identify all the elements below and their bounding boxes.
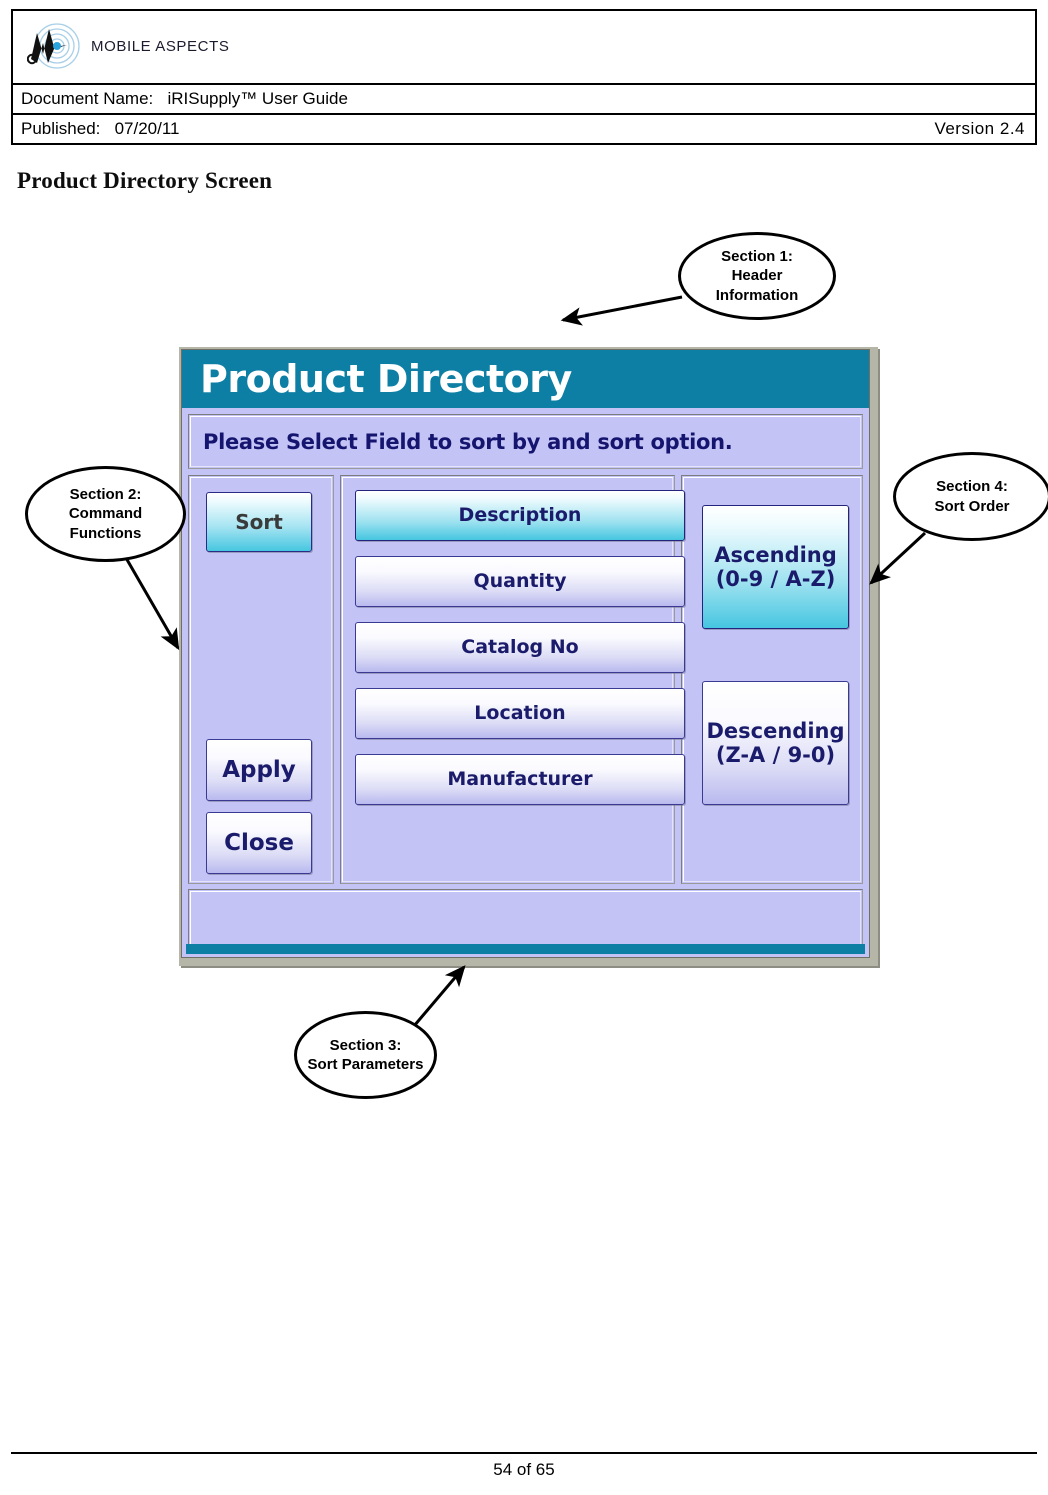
callout-3-line-2: Sort Parameters [307,1056,424,1073]
callout-4-line-1: Section 4: [936,478,1008,496]
ascending-line-2: (0-9 / A-Z) [715,567,836,591]
logo-wordmark: MOBILE ASPECTS [91,37,230,55]
published-value: 07/20/11 [114,119,180,138]
header-information-panel: Please Select Field to sort by and sort … [188,414,863,469]
mobile-aspects-logo-icon [26,23,85,69]
document-name-cell: Document Name: iRISupply™ User Guide [21,89,348,109]
sort-field-manufacturer[interactable]: Manufacturer [355,754,685,805]
published-label: Published: [21,119,101,138]
ascending-line-1: Ascending [714,542,837,567]
dialog-title: Product Directory [200,357,572,401]
sort-order-ascending-button[interactable]: Ascending (0-9 / A-Z) [702,505,849,629]
callout-1-line-2: Header [731,267,783,285]
logo-row: MOBILE ASPECTS [13,11,1035,85]
page-number: 54 of 65 [493,1460,555,1479]
document-name-label: Document Name: [21,89,154,108]
document-name-value: iRISupply™ User Guide [167,89,348,108]
dialog-inner-frame: Product Directory Please Select Field to… [181,349,870,958]
sort-order-panel: Ascending (0-9 / A-Z) Descending (Z-A / … [681,475,863,884]
document-name-row: Document Name: iRISupply™ User Guide [13,85,1035,115]
callout-section-3: Section 3: Sort Parameters [294,1011,437,1099]
sort-field-location[interactable]: Location [355,688,685,739]
published-row: Published: 07/20/11 Version 2.4 [13,115,1035,143]
callout-section-4: Section 4: Sort Order [893,452,1048,541]
callout-4-line-2: Sort Order [934,497,1010,515]
dialog-titlebar: Product Directory [182,350,869,408]
callout-section-1: Section 1: Header Information [678,232,836,320]
callout-3-line-1: Section 3: [329,1036,402,1054]
prompt-text: Please Select Field to sort by and sort … [203,429,733,454]
dialog-columns: Sort Apply Close Description Quantity Ca… [188,475,863,884]
callout-2-line-3: Functions [69,524,142,542]
sort-parameters-panel: Description Quantity Catalog No Location… [340,475,685,884]
sort-field-catalog-no[interactable]: Catalog No [355,622,685,673]
apply-button[interactable]: Apply [206,739,312,801]
sort-order-descending-button[interactable]: Descending (Z-A / 9-0) [702,681,849,805]
close-button[interactable]: Close [206,812,312,874]
dialog-status-bar [186,944,865,954]
sort-field-description[interactable]: Description [355,490,685,541]
callout-2-line-1: Section 2: [69,486,142,504]
callout-1-line-3: Information [715,286,799,304]
company-logo: MOBILE ASPECTS [26,23,230,69]
descending-line-2: (Z-A / 9-0) [715,743,836,767]
arrow-section-2 [120,550,180,651]
arrow-section-4 [869,531,927,585]
document-header-table: MOBILE ASPECTS Document Name: iRISupply™… [11,9,1037,145]
version-label: Version 2.4 [934,119,1025,138]
sort-button[interactable]: Sort [206,492,312,552]
command-functions-panel: Sort Apply Close [188,475,334,884]
callout-2-line-2: Command [68,505,143,523]
page-title: Product Directory Screen [17,168,273,193]
product-directory-dialog: Product Directory Please Select Field to… [179,347,878,966]
descending-line-1: Descending [706,718,845,743]
arrow-section-3 [412,965,466,1027]
sort-field-quantity[interactable]: Quantity [355,556,685,607]
arrow-section-1 [560,295,683,326]
callout-1-line-1: Section 1: [721,248,793,266]
callout-section-2: Section 2: Command Functions [25,466,186,562]
published-cell: Published: 07/20/11 [21,119,179,139]
dialog-body: Please Select Field to sort by and sort … [182,408,869,953]
footer-divider [11,1452,1037,1454]
